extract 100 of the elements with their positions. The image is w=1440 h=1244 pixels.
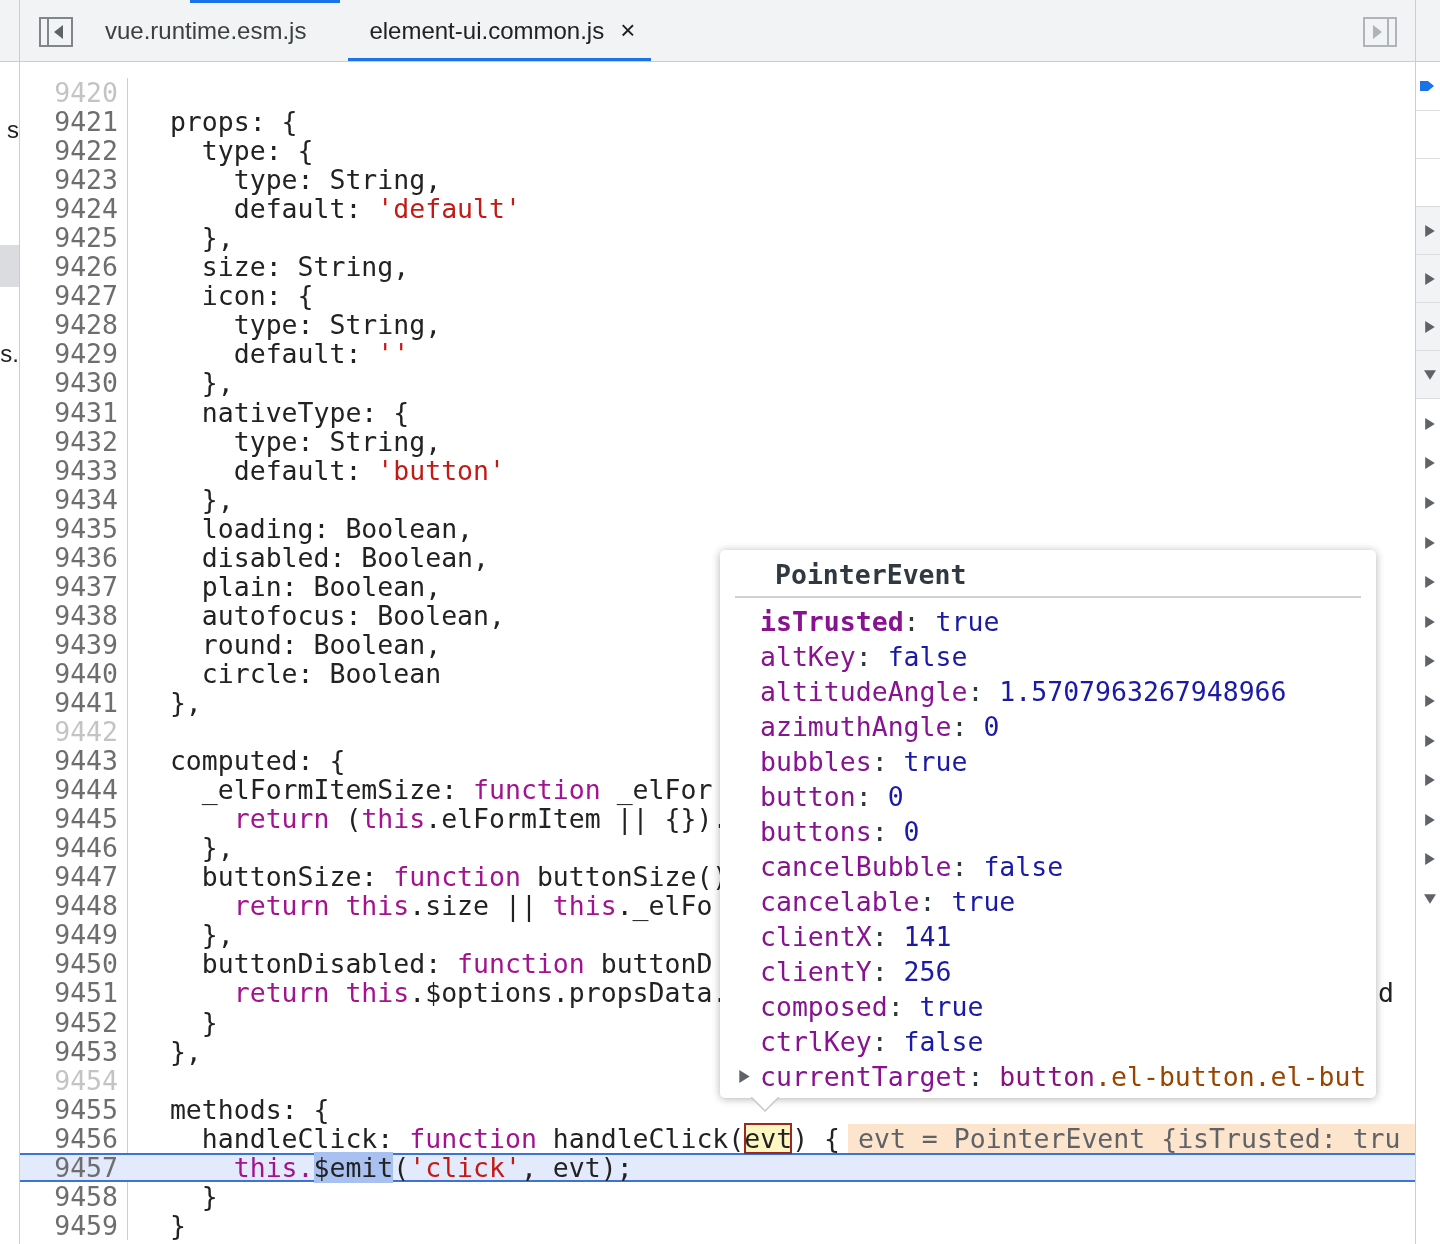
line-number[interactable]: 9445 xyxy=(20,804,128,834)
line-number[interactable]: 9421 xyxy=(20,107,128,137)
line-number[interactable]: 9423 xyxy=(20,165,128,195)
line-number[interactable]: 9449 xyxy=(20,920,128,950)
property-entry: azimuthAngle: 0 xyxy=(760,711,1000,742)
property-entry: altitudeAngle: 1.5707963267948966 xyxy=(760,676,1287,707)
file-tab[interactable]: vue.runtime.esm.js xyxy=(93,3,325,61)
expand-arrow-icon[interactable] xyxy=(738,1070,751,1083)
line-number[interactable]: 9427 xyxy=(20,281,128,311)
line-number[interactable]: 9439 xyxy=(20,629,128,659)
tree-toggle-icon[interactable] xyxy=(1424,417,1436,430)
code-line: this.$emit('click', evt); xyxy=(232,1154,633,1180)
sidebar-toggle-icon[interactable] xyxy=(39,17,73,47)
code-line: type: { xyxy=(201,136,314,166)
code-line: } xyxy=(168,1210,186,1240)
code-line: default: '' xyxy=(232,339,410,369)
line-number[interactable]: 9425 xyxy=(20,223,128,253)
code-line: }, xyxy=(200,484,234,514)
file-tab[interactable]: element-ui.common.js × xyxy=(348,3,652,61)
line-number[interactable]: 9456 xyxy=(20,1123,128,1153)
tree-toggle-icon[interactable] xyxy=(1424,457,1436,470)
code-line: methods: { xyxy=(168,1094,330,1124)
line-number[interactable]: 9457 xyxy=(20,1154,128,1180)
code-line: }, xyxy=(200,833,234,863)
line-number[interactable]: 9459 xyxy=(20,1210,128,1240)
line-number[interactable]: 9432 xyxy=(20,426,128,456)
line-number[interactable]: 9455 xyxy=(20,1094,128,1124)
tree-toggle-icon[interactable] xyxy=(1424,655,1436,668)
line-number[interactable]: 9444 xyxy=(20,775,128,805)
line-number[interactable]: 9440 xyxy=(20,658,128,688)
close-button[interactable]: × xyxy=(616,15,640,46)
line-number[interactable]: 9428 xyxy=(20,310,128,340)
property-entry: ctrlKey: false xyxy=(760,1026,984,1057)
line-number[interactable]: 9436 xyxy=(20,542,128,572)
code-line: type: String, xyxy=(232,310,442,340)
line-number[interactable]: 9450 xyxy=(20,949,128,979)
property-entry: bubbles: true xyxy=(760,746,968,777)
line-number[interactable]: 9443 xyxy=(20,746,128,776)
section-toggle-icon[interactable] xyxy=(1424,272,1436,285)
property-entry: composed: true xyxy=(760,991,984,1022)
tree-toggle-icon[interactable] xyxy=(1424,694,1436,707)
code-line: return (this.elFormItem || {}). xyxy=(233,804,729,834)
code-line: computed: { xyxy=(168,746,346,776)
line-number[interactable]: 9446 xyxy=(20,833,128,863)
code-line: icon: { xyxy=(200,281,314,311)
line-number[interactable]: 9437 xyxy=(20,571,128,601)
section-toggle-icon[interactable] xyxy=(1424,320,1436,333)
property-entry: isTrusted: true xyxy=(760,606,1000,637)
line-number[interactable]: 9448 xyxy=(20,891,128,921)
code-line: nativeType: { xyxy=(200,397,410,427)
code-line: handleClick: function handleClick(evt) { xyxy=(200,1123,841,1153)
line-number[interactable]: 9438 xyxy=(20,600,128,630)
line-number[interactable]: 9433 xyxy=(20,455,128,485)
code-line: buttonSize: function buttonSize() xyxy=(200,862,729,892)
tree-toggle-icon[interactable] xyxy=(1424,497,1436,509)
tree-toggle-icon[interactable] xyxy=(1424,615,1436,628)
section-toggle-icon[interactable] xyxy=(1424,368,1436,381)
line-number[interactable]: 9424 xyxy=(20,194,128,224)
tree-toggle-icon[interactable] xyxy=(1424,853,1436,866)
tree-toggle-icon[interactable] xyxy=(1424,536,1436,549)
line-number[interactable]: 9447 xyxy=(20,862,128,892)
line-number[interactable]: 9422 xyxy=(20,136,128,166)
code-line: props: { xyxy=(168,107,298,137)
line-number[interactable]: 9452 xyxy=(20,1007,128,1037)
line-number[interactable]: 9458 xyxy=(20,1181,128,1211)
line-number[interactable]: 9426 xyxy=(20,252,128,282)
inline-value: evt = PointerEvent {isTrusted: tru xyxy=(848,1123,1415,1153)
code-line: default: 'default' xyxy=(232,194,521,224)
property-entry[interactable]: currentTarget: button.el-button.el-but xyxy=(760,1061,1367,1092)
property-entry: cancelBubble: false xyxy=(760,851,1064,882)
code-line: }, xyxy=(200,920,234,950)
code-line: _elFormItemSize: function _elFor xyxy=(201,775,713,805)
line-number[interactable]: 9441 xyxy=(20,688,128,718)
line-number[interactable]: 9434 xyxy=(20,484,128,514)
sidebar-toggle-icon[interactable] xyxy=(1363,17,1397,47)
popover-title: PointerEvent xyxy=(735,550,1361,598)
property-entry: altKey: false xyxy=(760,641,968,672)
tree-toggle-icon[interactable] xyxy=(1424,892,1436,905)
property-entry: cancelable: true xyxy=(760,886,1016,917)
code-line: d xyxy=(1378,978,1394,1008)
line-number[interactable]: 9453 xyxy=(20,1036,128,1066)
list-item[interactable]: s xyxy=(7,116,19,144)
code-line: }, xyxy=(200,223,234,253)
code-line: return this.$options.propsData. xyxy=(232,978,729,1008)
code-line: }, xyxy=(168,688,202,718)
code-line: plain: Boolean, xyxy=(200,571,442,601)
line-number[interactable]: 9451 xyxy=(20,978,128,1008)
property-entry: buttons: 0 xyxy=(760,816,920,847)
tree-toggle-icon[interactable] xyxy=(1424,734,1436,747)
line-number[interactable]: 9431 xyxy=(20,397,128,427)
tree-toggle-icon[interactable] xyxy=(1424,774,1436,787)
code-line: size: String, xyxy=(200,252,410,282)
tree-toggle-icon[interactable] xyxy=(1424,813,1436,826)
line-number[interactable]: 9429 xyxy=(20,339,128,369)
tree-toggle-icon[interactable] xyxy=(1424,576,1436,589)
list-item[interactable]: s. xyxy=(0,340,19,368)
line-number[interactable]: 9430 xyxy=(20,368,128,398)
line-number[interactable]: 9435 xyxy=(20,513,128,543)
section-toggle-icon[interactable] xyxy=(1424,224,1436,237)
code-line: buttonDisabled: function buttonD xyxy=(200,949,713,979)
